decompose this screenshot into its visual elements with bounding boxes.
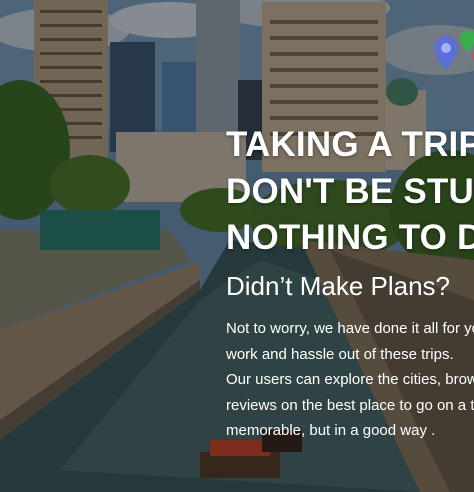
headline-line: DON'T BE STUCK WITH — [226, 171, 474, 211]
description-line: memorable, but in a good way . — [226, 422, 436, 440]
hero-description: Not to worry, we have done it all for yo… — [226, 316, 474, 444]
hero-section: TAKING A TRIP? DON'T BE STUCK WITH NOTHI… — [0, 0, 474, 492]
description-line: Our users can explore the cities, browse… — [226, 371, 474, 389]
headline-line: TAKING A TRIP? — [226, 125, 474, 164]
map-pin-icon — [432, 30, 474, 98]
hero-headline: TAKING A TRIP? DON'T BE STUCK WITH NOTHI… — [226, 122, 474, 262]
headline-line: NOTHING TO DO — [226, 218, 474, 257]
description-line: Not to worry, we have done it all for yo… — [226, 320, 474, 337]
description-line: work and hassle out of these trips. — [226, 345, 454, 363]
description-line: reviews on the best place to go on a tri… — [226, 396, 474, 414]
hero-subheading: Didn’t Make Plans? — [226, 271, 450, 301]
